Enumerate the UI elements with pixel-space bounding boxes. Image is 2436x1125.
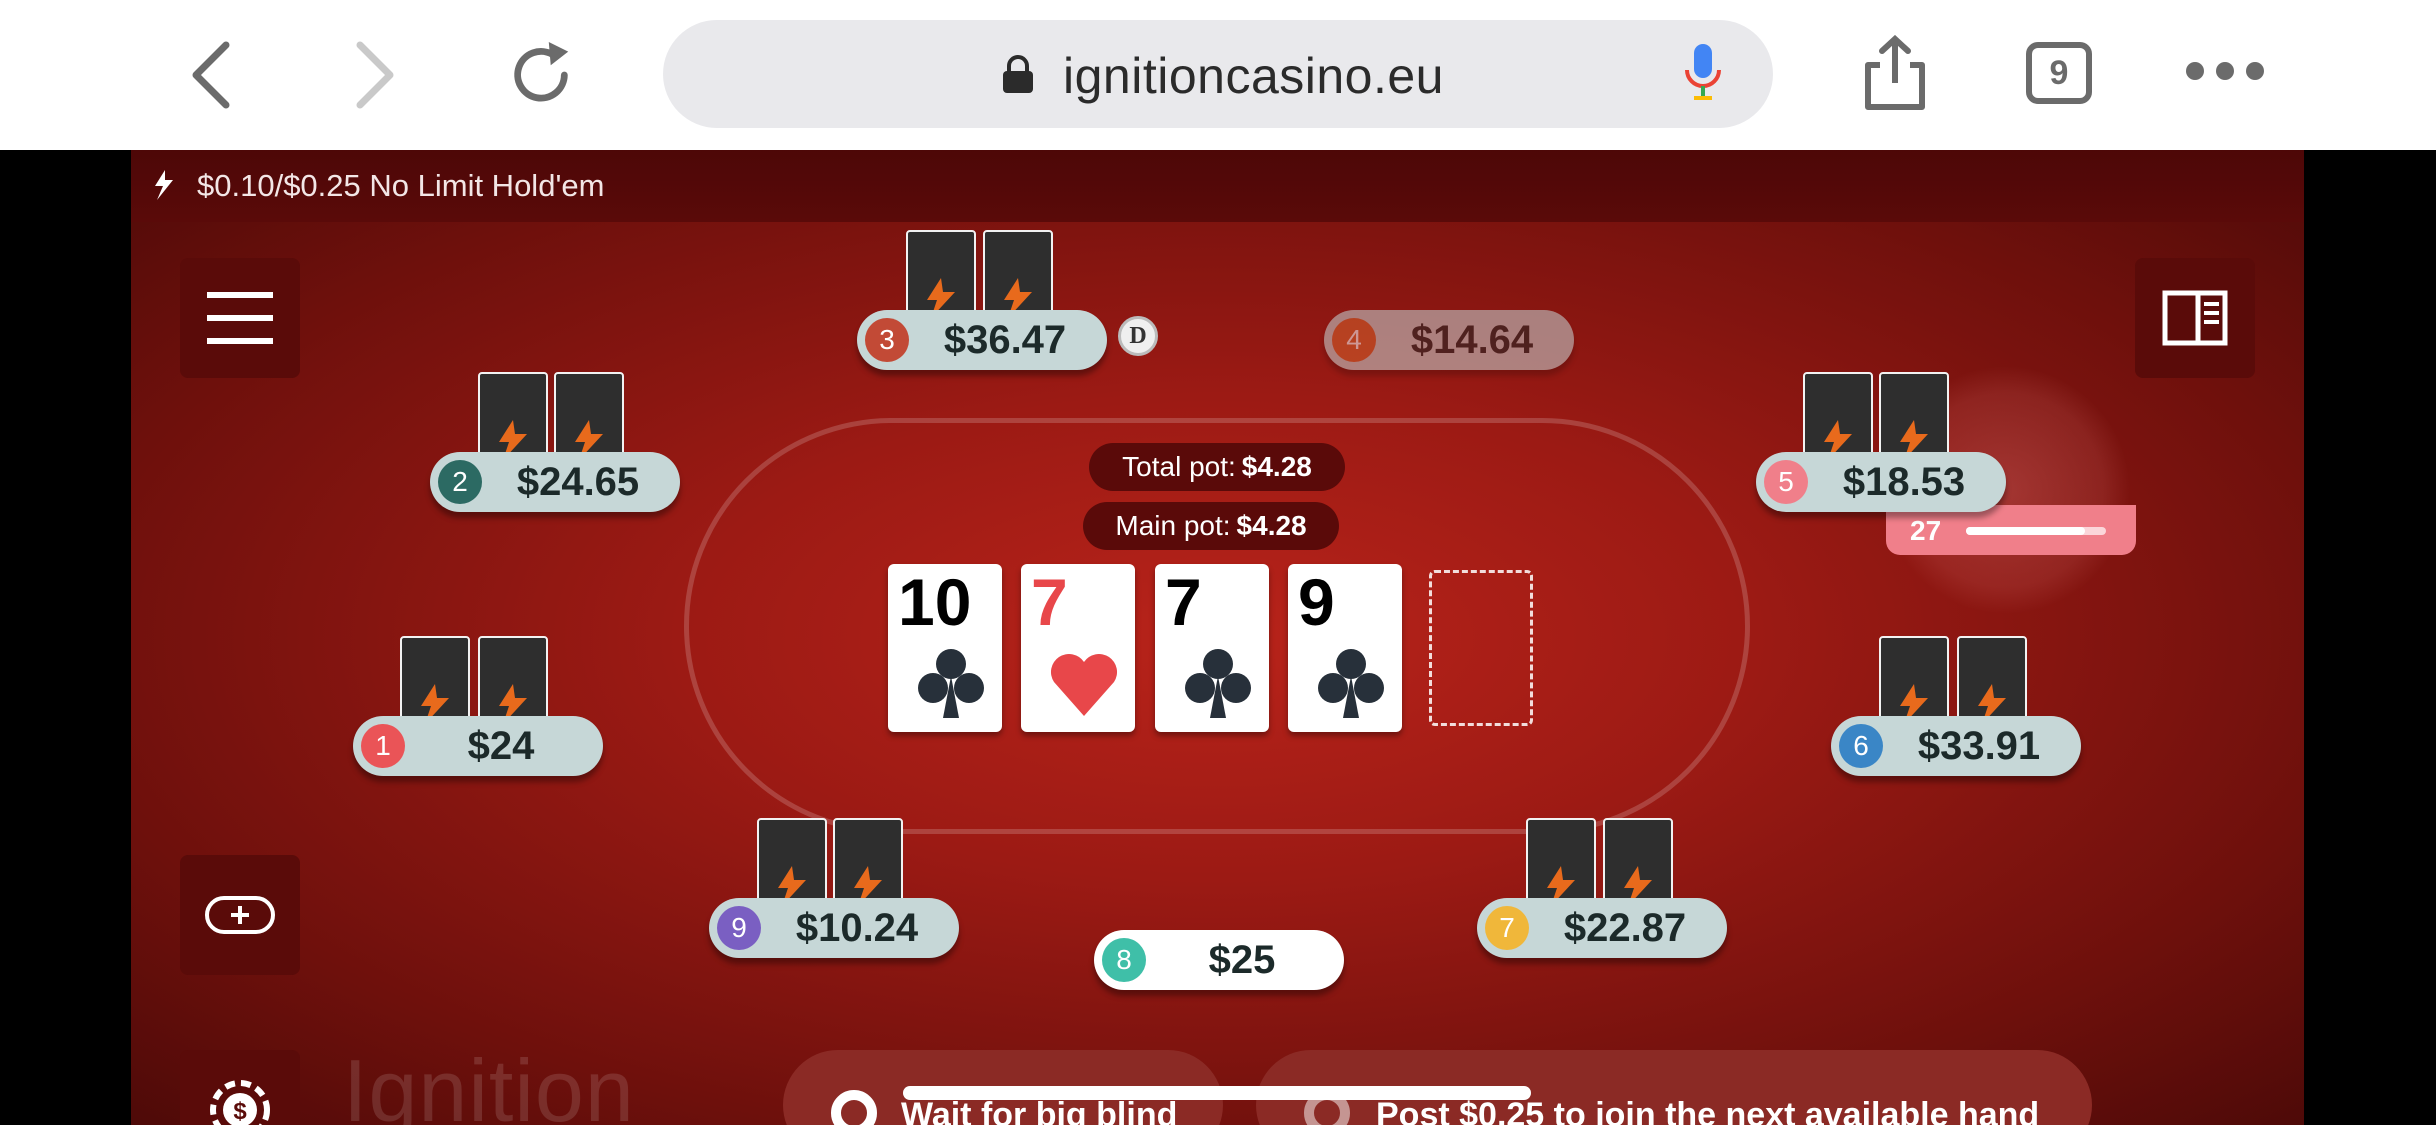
seat-number-badge: 6 bbox=[1839, 724, 1883, 768]
seat-stack: $25 bbox=[1208, 937, 1276, 982]
seat-number-badge: 5 bbox=[1764, 460, 1808, 504]
radio-selected-icon bbox=[831, 1090, 877, 1125]
seat-number-badge: 4 bbox=[1332, 318, 1376, 362]
seat-stack: $24.65 bbox=[516, 459, 640, 504]
main-pot: Main pot: $4.28 bbox=[1083, 502, 1339, 550]
club-suit-icon bbox=[918, 649, 984, 718]
card-rank: 7 bbox=[1165, 565, 1202, 639]
url-text: ignitioncasino.eu bbox=[1063, 48, 1444, 104]
more-menu-button[interactable] bbox=[2186, 62, 2264, 80]
board-card: 7 bbox=[1155, 564, 1269, 732]
seat-6[interactable]: 6 $33.91 bbox=[1831, 716, 2081, 776]
card-rank: 9 bbox=[1298, 565, 1335, 639]
wait-for-big-blind-label: Wait for big blind bbox=[901, 1096, 1178, 1125]
seat-9[interactable]: 9 $10.24 bbox=[709, 898, 959, 958]
dot-icon bbox=[2216, 62, 2234, 80]
seat-stack: $22.87 bbox=[1563, 905, 1687, 950]
seat-3[interactable]: 3 $36.47 bbox=[857, 310, 1107, 370]
seat-8[interactable]: 8 $25 bbox=[1094, 930, 1344, 990]
seat-stack: $18.53 bbox=[1842, 459, 1966, 504]
seat-number-badge: 7 bbox=[1485, 906, 1529, 950]
add-chips-button[interactable] bbox=[180, 855, 300, 975]
back-button[interactable] bbox=[176, 40, 246, 110]
total-pot-value: $4.28 bbox=[1241, 451, 1312, 482]
seat-stack: $24 bbox=[467, 723, 535, 768]
board-card: 9 bbox=[1288, 564, 1402, 732]
action-timer: 27 bbox=[1886, 505, 2136, 555]
card-rank: 10 bbox=[898, 565, 972, 639]
share-button[interactable] bbox=[1860, 35, 1930, 110]
board-card: 7 bbox=[1021, 564, 1135, 732]
main-pot-label: Main pot: bbox=[1115, 510, 1231, 541]
ignition-logo-text: Ignition bbox=[343, 1041, 635, 1125]
board-card: 10 bbox=[888, 564, 1002, 732]
dealer-button: D bbox=[1118, 316, 1158, 356]
seat-5[interactable]: 5 $18.53 bbox=[1756, 452, 2006, 512]
menu-button[interactable] bbox=[180, 258, 300, 378]
svg-text:$: $ bbox=[233, 1098, 247, 1125]
cashier-button[interactable]: $ bbox=[180, 1050, 300, 1125]
table-title-bar: $0.10/$0.25 No Limit Hold'em bbox=[131, 150, 2304, 222]
timer-seconds: 27 bbox=[1910, 515, 1942, 546]
chevron-right-icon bbox=[356, 41, 394, 109]
timer-bar-fill bbox=[1966, 527, 2085, 535]
hamburger-icon bbox=[207, 292, 273, 344]
river-card-slot bbox=[1429, 570, 1533, 726]
timer-bar bbox=[1966, 527, 2106, 535]
home-indicator-bar bbox=[903, 1086, 1531, 1100]
forward-button[interactable] bbox=[340, 40, 410, 110]
address-bar[interactable]: ignitioncasino.eu bbox=[663, 20, 1773, 128]
add-chips-icon bbox=[205, 896, 275, 934]
dot-icon bbox=[2186, 62, 2204, 80]
post-blind-label: Post $0.25 to join the next available ha… bbox=[1376, 1096, 2040, 1125]
seat-2[interactable]: 2 $24.65 bbox=[430, 452, 680, 512]
club-suit-icon bbox=[1318, 649, 1384, 718]
dot-icon bbox=[2246, 62, 2264, 80]
total-pot: Total pot: $4.28 bbox=[1089, 443, 1345, 491]
total-pot-label: Total pot: bbox=[1122, 451, 1236, 482]
seat-stack: $36.47 bbox=[943, 317, 1067, 362]
poker-table-area: $0.10/$0.25 No Limit Hold'em $ Total pot… bbox=[131, 150, 2304, 1125]
table-title: $0.10/$0.25 No Limit Hold'em bbox=[197, 168, 605, 203]
lock-icon bbox=[1003, 55, 1033, 93]
share-icon bbox=[1865, 35, 1925, 110]
seat-number-badge: 8 bbox=[1102, 938, 1146, 982]
tabs-button[interactable]: 9 bbox=[2026, 42, 2092, 104]
seat-number-badge: 2 bbox=[438, 460, 482, 504]
card-rank: 7 bbox=[1031, 565, 1068, 639]
chevron-left-icon bbox=[192, 41, 230, 109]
main-pot-value: $4.28 bbox=[1236, 510, 1307, 541]
chip-dollar-icon: $ bbox=[210, 1080, 270, 1125]
browser-toolbar: ignitioncasino.eu 9 bbox=[0, 0, 2436, 150]
seat-1[interactable]: 1 $24 bbox=[353, 716, 603, 776]
seat-number-badge: 9 bbox=[717, 906, 761, 950]
club-suit-icon bbox=[1185, 649, 1251, 718]
seat-number-badge: 3 bbox=[865, 318, 909, 362]
ignition-logo-icon bbox=[155, 170, 173, 200]
seat-7[interactable]: 7 $22.87 bbox=[1477, 898, 1727, 958]
panel-toggle-icon bbox=[2162, 290, 2228, 346]
microphone-icon[interactable] bbox=[1683, 42, 1723, 108]
seat-number-badge: 1 bbox=[361, 724, 405, 768]
heart-suit-icon bbox=[1050, 653, 1118, 716]
reload-icon bbox=[514, 41, 569, 102]
side-panel-button[interactable] bbox=[2135, 258, 2255, 378]
seat-stack: $10.24 bbox=[795, 905, 919, 950]
seat-stack: $33.91 bbox=[1917, 723, 2041, 768]
reload-button[interactable] bbox=[506, 40, 576, 110]
seat-stack: $14.64 bbox=[1410, 317, 1534, 362]
seat-4[interactable]: 4 $14.64 bbox=[1324, 310, 1574, 370]
